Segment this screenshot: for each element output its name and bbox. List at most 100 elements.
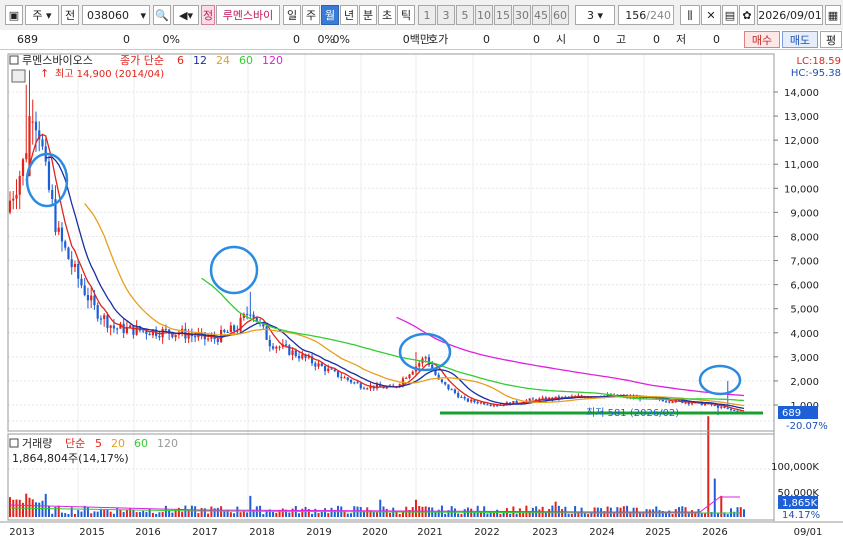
candle-body <box>31 121 34 123</box>
value-2-pct: 0% <box>332 33 350 46</box>
interval-button-45[interactable]: 45 <box>532 5 550 25</box>
gear-icon[interactable]: ✿ <box>739 5 755 25</box>
candle-body <box>684 402 687 404</box>
chart-area[interactable]: 14,000 13,000 12,000 11,000 10,000 9,000 8,000… <box>0 51 843 542</box>
volume-bar <box>57 505 60 517</box>
ma-legend-label: 종가 단순 <box>120 54 164 67</box>
current-price: 689 <box>17 33 38 46</box>
vol-tick-label: 100,000K <box>771 462 819 473</box>
candle-body <box>86 295 90 301</box>
volume-bar <box>67 513 70 517</box>
candle-body <box>340 376 343 378</box>
volume-bar <box>197 513 200 517</box>
candle-body <box>77 264 80 279</box>
y-tick-label: 14,000 <box>784 88 819 99</box>
candle-body <box>366 388 369 390</box>
buy-button[interactable]: 매수 <box>744 31 780 48</box>
code-type-button[interactable]: 전 <box>61 5 79 25</box>
volume-bar <box>138 511 141 517</box>
candle-body <box>8 200 12 213</box>
candle-style-icon[interactable]: ⫼ <box>680 5 700 25</box>
volume-bar <box>460 514 463 517</box>
candle-body <box>25 153 28 160</box>
menu-icon[interactable]: ▣ <box>5 5 23 25</box>
candle-body <box>297 355 301 359</box>
volume-bar <box>414 499 417 517</box>
candle-body <box>463 397 466 399</box>
candle-body <box>90 295 93 301</box>
candle-body <box>41 139 44 147</box>
interval-count-select[interactable]: 3 ▾ <box>575 5 615 25</box>
candle-body <box>661 399 664 402</box>
candle-body <box>492 405 496 407</box>
market-select[interactable]: 주 ▾ <box>25 5 59 25</box>
search-icon[interactable]: 🔍 <box>153 5 171 25</box>
speaker-icon[interactable]: ◀▾ <box>173 5 199 25</box>
candle-body <box>174 334 177 338</box>
candle-body <box>135 326 138 335</box>
volume-bar <box>301 508 304 517</box>
volume-bar <box>388 512 391 517</box>
candle-body <box>664 401 668 403</box>
volume-pct-tag: 14.17% <box>782 510 820 521</box>
crosshair-icon[interactable]: ✕ <box>701 5 721 25</box>
candle-body <box>15 194 18 199</box>
save-icon[interactable]: ▤ <box>722 5 738 25</box>
volume-bar <box>93 511 96 517</box>
candle-body <box>323 366 327 372</box>
quote-bar: 689 0 0% 0 0% 0% 0백만 호가 0 0 시 0 고 0 저 0 … <box>0 30 843 50</box>
trade-amount: 0백만 <box>402 33 430 46</box>
volume-bar <box>34 502 37 517</box>
volume-bar <box>736 507 739 517</box>
candle-body <box>249 314 252 316</box>
candle-body <box>275 346 278 349</box>
period-tab-1[interactable]: 주 <box>302 5 320 25</box>
bar-count-input[interactable]: 156/240 <box>618 5 674 25</box>
volume-bar <box>346 513 349 517</box>
interval-button-1[interactable]: 1 <box>418 5 436 25</box>
candle-body <box>479 402 483 404</box>
interval-button-5[interactable]: 5 <box>456 5 474 25</box>
date-input[interactable]: 2026/09/01 <box>757 5 823 25</box>
period-tab-6[interactable]: 틱 <box>397 5 415 25</box>
calendar-icon[interactable]: ▦ <box>825 5 841 25</box>
volume-bar <box>51 513 54 517</box>
stock-chart[interactable]: 14,000 13,000 12,000 11,000 10,000 9,000 8,000… <box>0 51 843 542</box>
candle-body <box>129 325 132 328</box>
value-3: 0 <box>533 33 540 46</box>
volume-bar <box>486 513 489 517</box>
volume-bar <box>700 513 703 517</box>
interval-button-30[interactable]: 30 <box>513 5 531 25</box>
sell-button[interactable]: 매도 <box>782 31 818 48</box>
interval-count-value: 3 <box>586 9 594 22</box>
stock-code-input[interactable]: 038060 ▾ <box>82 5 150 25</box>
interval-button-10[interactable]: 10 <box>475 5 493 25</box>
candle-body <box>405 377 408 379</box>
candle-body <box>726 408 729 410</box>
volume-ma-legend-120: 120 <box>157 437 178 450</box>
volume-label: 거래량 <box>22 437 52 450</box>
period-tab-4[interactable]: 분 <box>359 5 377 25</box>
volume-bar <box>125 509 128 517</box>
period-tab-3[interactable]: 년 <box>340 5 358 25</box>
chevron-down-icon[interactable]: ▾ <box>140 6 146 26</box>
interval-button-60[interactable]: 60 <box>551 5 569 25</box>
period-tab-2[interactable]: 월 <box>321 5 339 25</box>
volume-bar <box>161 511 164 517</box>
volume-bar <box>216 507 219 517</box>
interval-button-3[interactable]: 3 <box>437 5 455 25</box>
ma-legend-6: 6 <box>177 54 184 67</box>
candle-body <box>106 315 109 328</box>
candle-body <box>34 121 38 131</box>
volume-bar <box>288 512 291 517</box>
candle-body <box>690 403 694 405</box>
interval-button-15[interactable]: 15 <box>494 5 512 25</box>
volume-bar <box>350 513 353 517</box>
period-tab-0[interactable]: 일 <box>283 5 301 25</box>
toolbar: ▣ 주 ▾ 전 038060 ▾ 🔍 ◀▾ 정 루멘스바이 일주월년분초틱 135… <box>0 0 843 31</box>
candle-body <box>401 378 405 385</box>
eval-button[interactable]: 평 <box>820 31 842 48</box>
period-tab-5[interactable]: 초 <box>378 5 396 25</box>
candle-body <box>96 305 99 319</box>
volume-bar <box>444 513 447 517</box>
